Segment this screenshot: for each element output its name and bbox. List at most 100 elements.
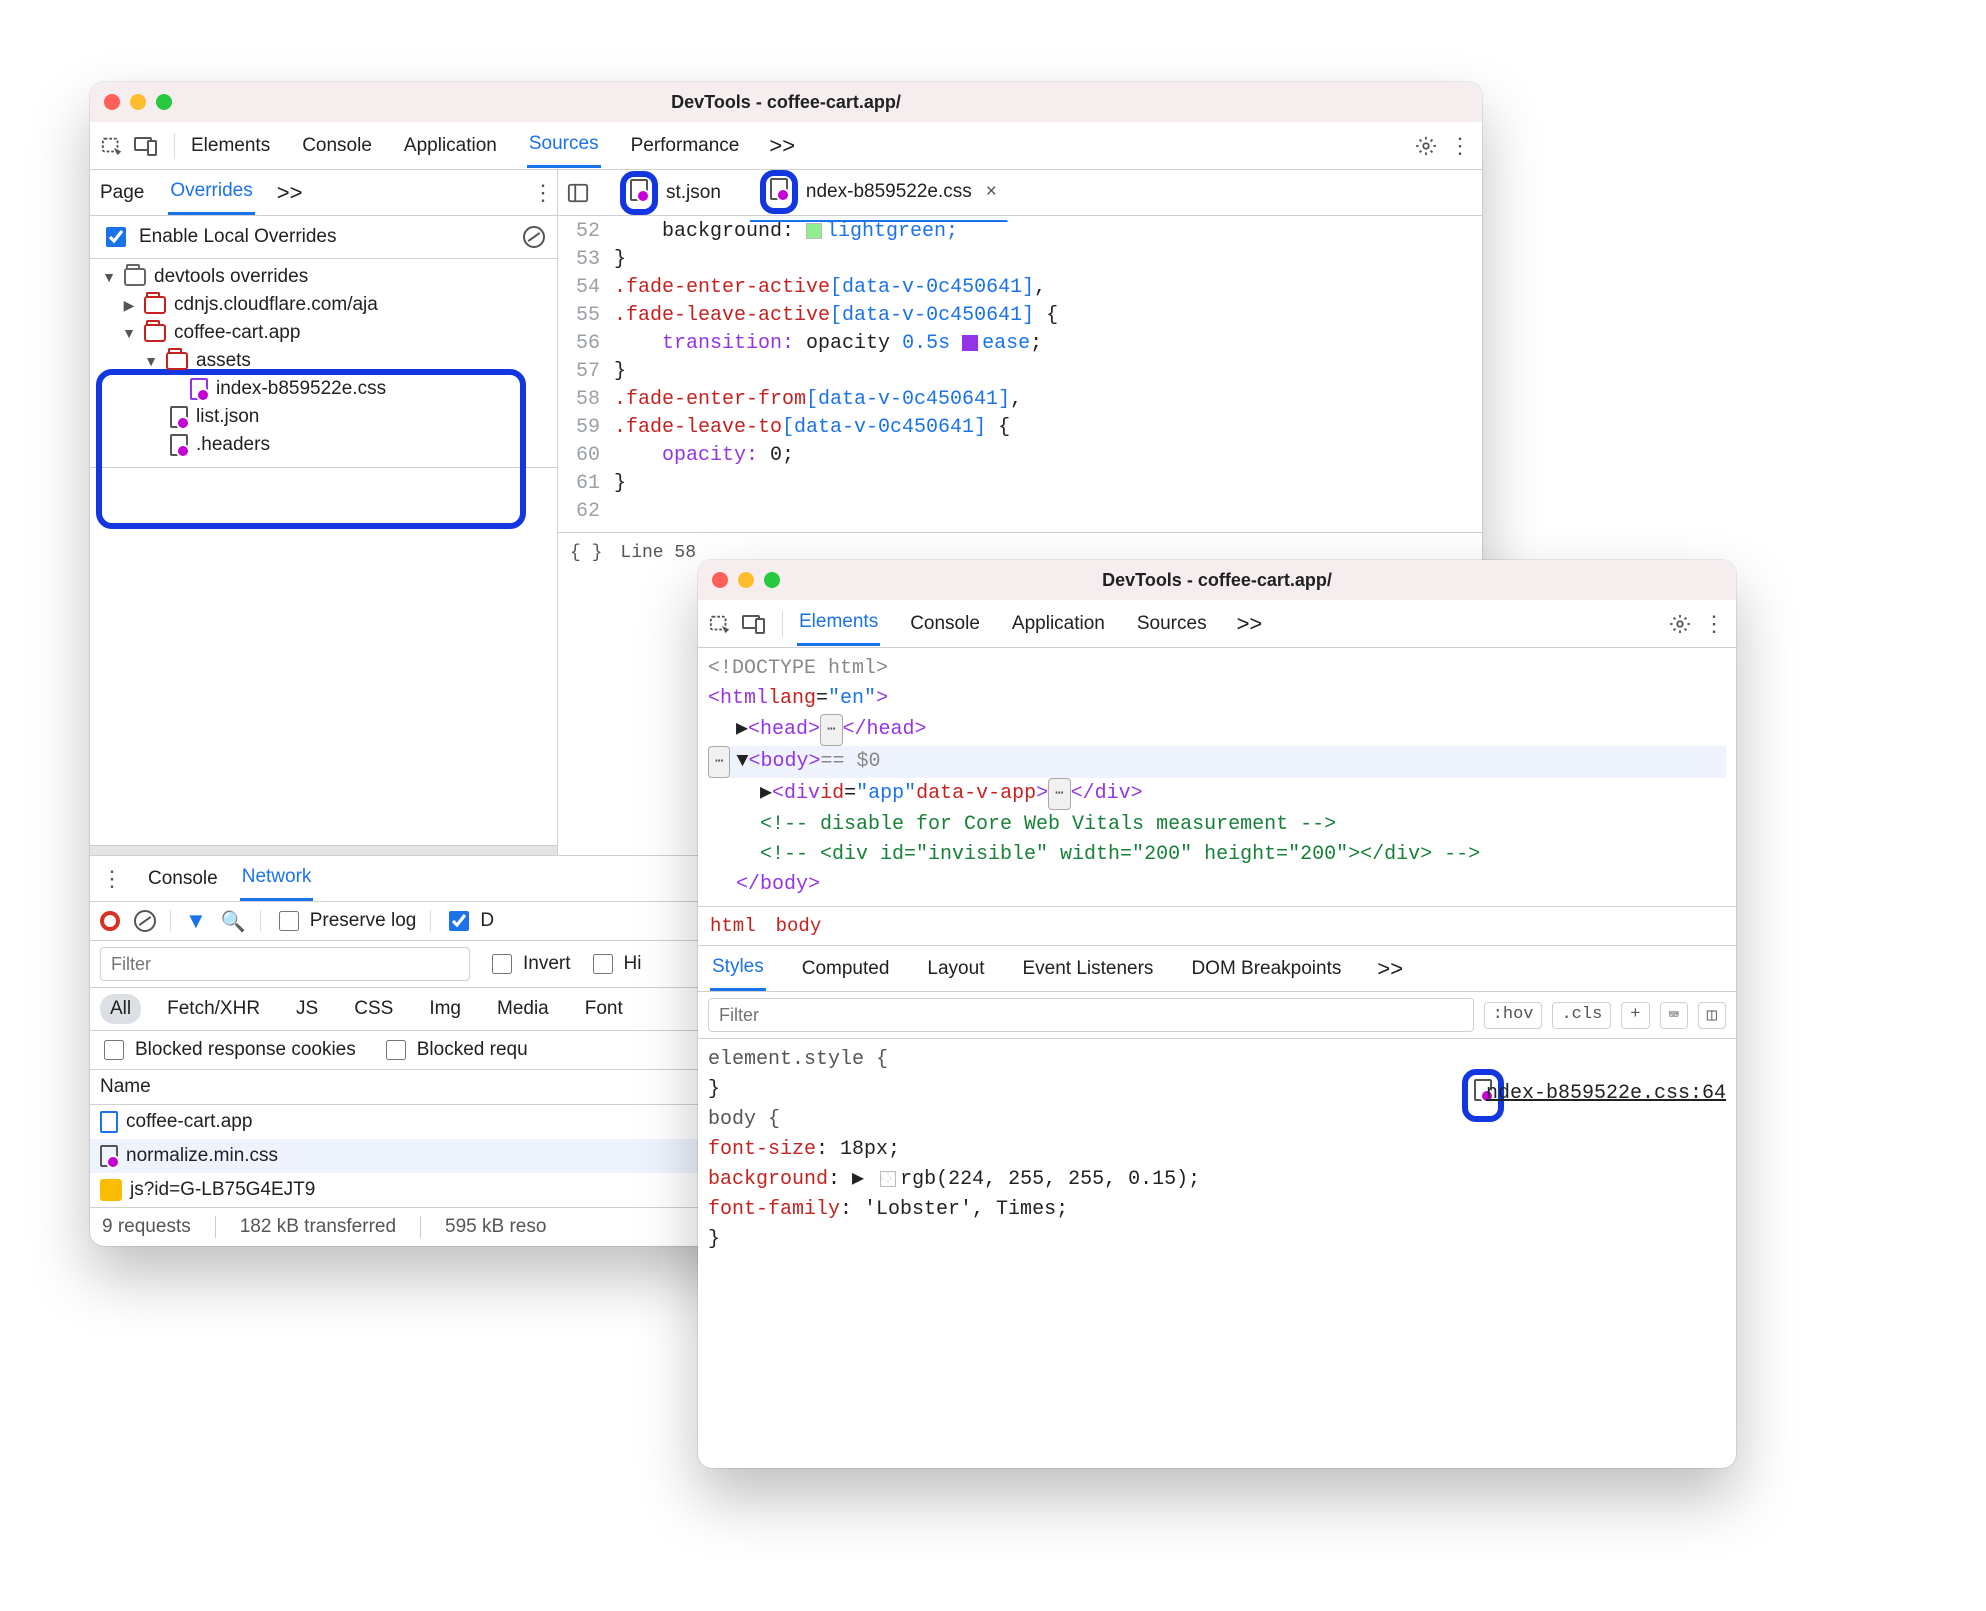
kebab-icon[interactable]: ⋮ <box>1700 610 1728 638</box>
titlebar: DevTools - coffee-cart.app/ <box>90 82 1482 122</box>
selected-node[interactable]: ⋯▼ <body> == $0 <box>708 746 1726 778</box>
subtabs-overflow[interactable]: >> <box>1377 956 1403 982</box>
toggle-nav-icon[interactable] <box>564 179 592 207</box>
override-badge-icon <box>760 170 798 214</box>
disable-cache-checkbox[interactable]: D <box>445 908 494 934</box>
nav-tab-overrides[interactable]: Overrides <box>168 170 254 215</box>
dom-tree[interactable]: <!DOCTYPE html> <html lang="en"> ▶ <head… <box>698 648 1736 906</box>
record-icon[interactable] <box>100 911 120 931</box>
override-badge-icon <box>620 171 658 215</box>
cls-button[interactable]: .cls <box>1552 1002 1611 1029</box>
tab-console[interactable]: Console <box>300 125 374 167</box>
window-title: DevTools - coffee-cart.app/ <box>671 92 901 113</box>
tab-elements[interactable]: Elements <box>797 601 880 646</box>
pill-js[interactable]: JS <box>286 994 328 1024</box>
nav-scrollbar[interactable] <box>90 845 557 855</box>
source-link[interactable]: ndex-b859522e.css:64 <box>1486 1079 1726 1109</box>
folder-icon <box>144 296 166 314</box>
drawer-kebab-icon[interactable]: ⋮ <box>98 865 126 893</box>
editor-tab-css[interactable]: ndex-b859522e.css × <box>750 164 1008 222</box>
drawer-tab-console[interactable]: Console <box>146 858 220 900</box>
tree-node-app[interactable]: ▼coffee-cart.app <box>100 319 557 347</box>
tab-sources[interactable]: Sources <box>1135 603 1209 645</box>
dom-breadcrumb[interactable]: html body <box>698 906 1736 946</box>
clear-icon[interactable] <box>134 910 156 932</box>
folder-icon <box>124 268 146 286</box>
pill-fetch/xhr[interactable]: Fetch/XHR <box>157 994 270 1024</box>
network-filter-input[interactable] <box>100 947 470 981</box>
toggle-pane-icon[interactable]: ◫ <box>1698 1002 1726 1029</box>
preserve-log-checkbox[interactable]: Preserve log <box>275 908 417 934</box>
tab-elements[interactable]: Elements <box>189 125 272 167</box>
subtab-styles[interactable]: Styles <box>710 946 766 991</box>
pill-css[interactable]: CSS <box>344 994 403 1024</box>
code-editor[interactable]: 52 background: lightgreen;53}54.fade-ent… <box>558 216 1482 532</box>
settings-icon[interactable] <box>1666 610 1694 638</box>
devtools-window-elements: DevTools - coffee-cart.app/ Elements Con… <box>698 560 1736 1468</box>
blocked-cookies-checkbox[interactable]: Blocked response cookies <box>100 1037 356 1063</box>
drawer-tab-network[interactable]: Network <box>240 856 314 901</box>
file-tree: ▼devtools overrides ▶cdnjs.cloudflare.co… <box>90 259 557 468</box>
tab-console[interactable]: Console <box>908 603 982 645</box>
subtab-listeners[interactable]: Event Listeners <box>1020 948 1155 990</box>
traffic-lights[interactable] <box>712 572 780 588</box>
editor-tab-list[interactable]: st.json <box>610 165 732 221</box>
window-title: DevTools - coffee-cart.app/ <box>1102 570 1332 591</box>
pill-all[interactable]: All <box>100 994 141 1024</box>
file-icon <box>170 434 188 456</box>
pill-font[interactable]: Font <box>575 994 633 1024</box>
file-icon <box>190 378 208 400</box>
ellipsis-icon[interactable]: ⋯ <box>820 714 842 746</box>
kebab-icon[interactable]: ⋮ <box>1446 132 1474 160</box>
folder-icon <box>166 352 188 370</box>
folder-icon <box>144 324 166 342</box>
titlebar: DevTools - coffee-cart.app/ <box>698 560 1736 600</box>
tab-application[interactable]: Application <box>1010 603 1107 645</box>
styles-filter-input[interactable] <box>708 998 1474 1032</box>
hide-checkbox[interactable]: Hi <box>589 951 642 977</box>
tab-application[interactable]: Application <box>402 125 499 167</box>
file-icon <box>170 406 188 428</box>
requests-count: 9 requests <box>102 1216 191 1238</box>
nav-tab-page[interactable]: Page <box>98 172 146 214</box>
highlight-annotation <box>96 369 526 529</box>
tab-performance[interactable]: Performance <box>629 125 742 167</box>
nav-kebab-icon[interactable]: ⋮ <box>529 179 557 207</box>
invert-checkbox[interactable]: Invert <box>488 951 571 977</box>
enable-overrides-checkbox[interactable] <box>106 227 126 247</box>
ellipsis-icon[interactable]: ⋯ <box>1048 778 1070 810</box>
device-toolbar-icon[interactable] <box>740 610 768 638</box>
blocked-requests-checkbox[interactable]: Blocked requ <box>382 1037 528 1063</box>
pill-media[interactable]: Media <box>487 994 559 1024</box>
new-rule-button[interactable]: + <box>1621 1002 1649 1029</box>
subtab-layout[interactable]: Layout <box>925 948 986 990</box>
settings-icon[interactable] <box>1412 132 1440 160</box>
nav-overflow[interactable]: >> <box>277 180 303 206</box>
search-icon[interactable]: 🔍 <box>221 909 246 934</box>
pill-img[interactable]: Img <box>419 994 471 1024</box>
cursor-position: Line 58 <box>620 543 696 563</box>
filter-icon[interactable]: ▼ <box>185 908 207 934</box>
hover-button[interactable]: :hov <box>1484 1002 1543 1029</box>
tree-node-cdnjs[interactable]: ▶cdnjs.cloudflare.com/aja <box>100 291 557 319</box>
inspect-icon[interactable] <box>706 610 734 638</box>
device-toolbar-icon[interactable] <box>132 132 160 160</box>
subtab-computed[interactable]: Computed <box>800 948 892 990</box>
ellipsis-icon: ⋯ <box>708 746 730 778</box>
tab-sources[interactable]: Sources <box>527 123 601 168</box>
color-swatch-icon[interactable] <box>880 1171 896 1187</box>
subtab-dombp[interactable]: DOM Breakpoints <box>1189 948 1343 990</box>
resources-size: 595 kB reso <box>445 1216 546 1238</box>
inspect-icon[interactable] <box>98 132 126 160</box>
style-rules[interactable]: element.style { } body { font-size: 18px… <box>698 1039 1736 1261</box>
enable-overrides-label: Enable Local Overrides <box>139 226 337 248</box>
navigator-pane: Page Overrides >> ⋮ Enable Local Overrid… <box>90 170 558 855</box>
tabs-overflow[interactable]: >> <box>769 133 795 159</box>
clear-overrides-icon[interactable] <box>523 226 545 248</box>
pretty-print-icon[interactable]: { } <box>570 543 602 563</box>
traffic-lights[interactable] <box>104 94 172 110</box>
device-icon[interactable]: ⌨ <box>1660 1002 1688 1029</box>
close-tab-icon[interactable]: × <box>986 181 997 203</box>
tree-root[interactable]: ▼devtools overrides <box>100 263 557 291</box>
tabs-overflow[interactable]: >> <box>1237 611 1263 637</box>
